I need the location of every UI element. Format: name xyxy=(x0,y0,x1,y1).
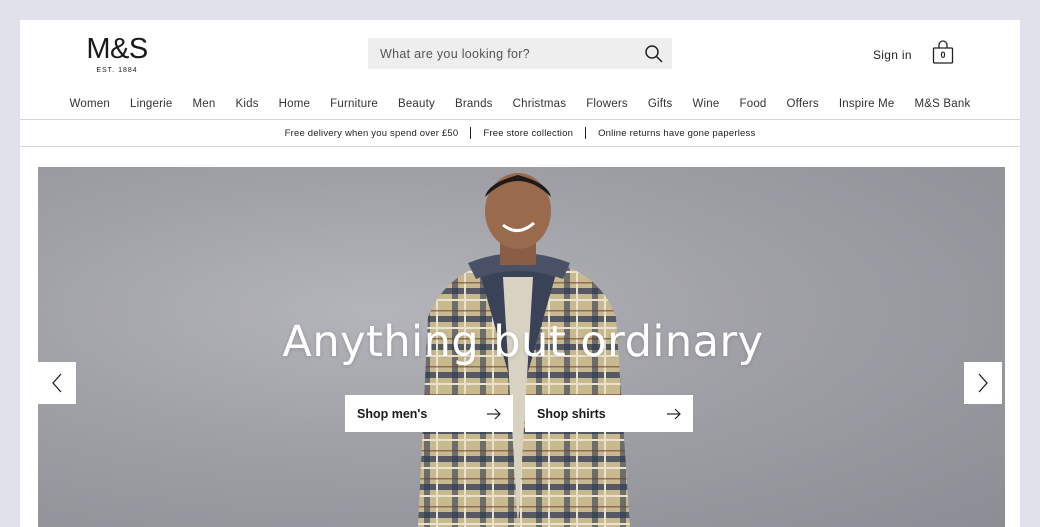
nav-item-food[interactable]: Food xyxy=(730,96,777,116)
page: M&S EST. 1884 Sign in 0 Women Lingerie M… xyxy=(20,20,1020,527)
shop-mens-label: Shop men's xyxy=(357,406,428,421)
nav-item-lingerie[interactable]: Lingerie xyxy=(120,96,183,116)
nav-item-flowers[interactable]: Flowers xyxy=(576,96,638,116)
sign-in-link[interactable]: Sign in xyxy=(873,48,912,62)
search-input[interactable] xyxy=(368,38,633,69)
shop-shirts-label: Shop shirts xyxy=(537,406,606,421)
bag-count: 0 xyxy=(940,50,946,60)
nav-item-christmas[interactable]: Christmas xyxy=(503,96,577,116)
arrow-right-icon xyxy=(667,408,681,419)
promo-online-returns[interactable]: Online returns have gone paperless xyxy=(586,128,767,139)
promo-bar: Free delivery when you spend over £50 Fr… xyxy=(20,119,1020,147)
nav-item-brands[interactable]: Brands xyxy=(445,96,503,116)
carousel-next-button[interactable] xyxy=(964,362,1002,404)
main-nav: Women Lingerie Men Kids Home Furniture B… xyxy=(20,96,1020,116)
nav-item-inspire-me[interactable]: Inspire Me xyxy=(829,96,905,116)
nav-item-furniture[interactable]: Furniture xyxy=(320,96,388,116)
shopping-bag-button[interactable]: 0 xyxy=(931,40,955,66)
nav-item-kids[interactable]: Kids xyxy=(225,96,268,116)
carousel-prev-button[interactable] xyxy=(38,362,76,404)
hero-banner: Anything but ordinary Shop men's Shop sh… xyxy=(38,167,1005,527)
promo-store-collection[interactable]: Free store collection xyxy=(471,128,585,139)
nav-item-offers[interactable]: Offers xyxy=(777,96,829,116)
logo-tagline: EST. 1884 xyxy=(96,67,138,74)
brand-logo[interactable]: M&S EST. 1884 xyxy=(82,34,152,74)
shop-mens-button[interactable]: Shop men's xyxy=(345,395,513,432)
search-icon[interactable] xyxy=(644,44,664,64)
nav-item-wine[interactable]: Wine xyxy=(682,96,729,116)
nav-item-men[interactable]: Men xyxy=(183,96,226,116)
chevron-right-icon xyxy=(978,373,988,393)
chevron-left-icon xyxy=(52,373,62,393)
nav-item-home[interactable]: Home xyxy=(269,96,320,116)
arrow-right-icon xyxy=(487,408,501,419)
search-bar xyxy=(368,38,672,69)
promo-free-delivery[interactable]: Free delivery when you spend over £50 xyxy=(273,128,471,139)
nav-item-gifts[interactable]: Gifts xyxy=(638,96,683,116)
nav-item-ms-bank[interactable]: M&S Bank xyxy=(905,96,981,116)
nav-item-beauty[interactable]: Beauty xyxy=(388,96,445,116)
logo-text: M&S xyxy=(86,33,148,65)
nav-item-women[interactable]: Women xyxy=(60,96,120,116)
hero-title: Anything but ordinary xyxy=(282,317,764,367)
shop-shirts-button[interactable]: Shop shirts xyxy=(525,395,693,432)
